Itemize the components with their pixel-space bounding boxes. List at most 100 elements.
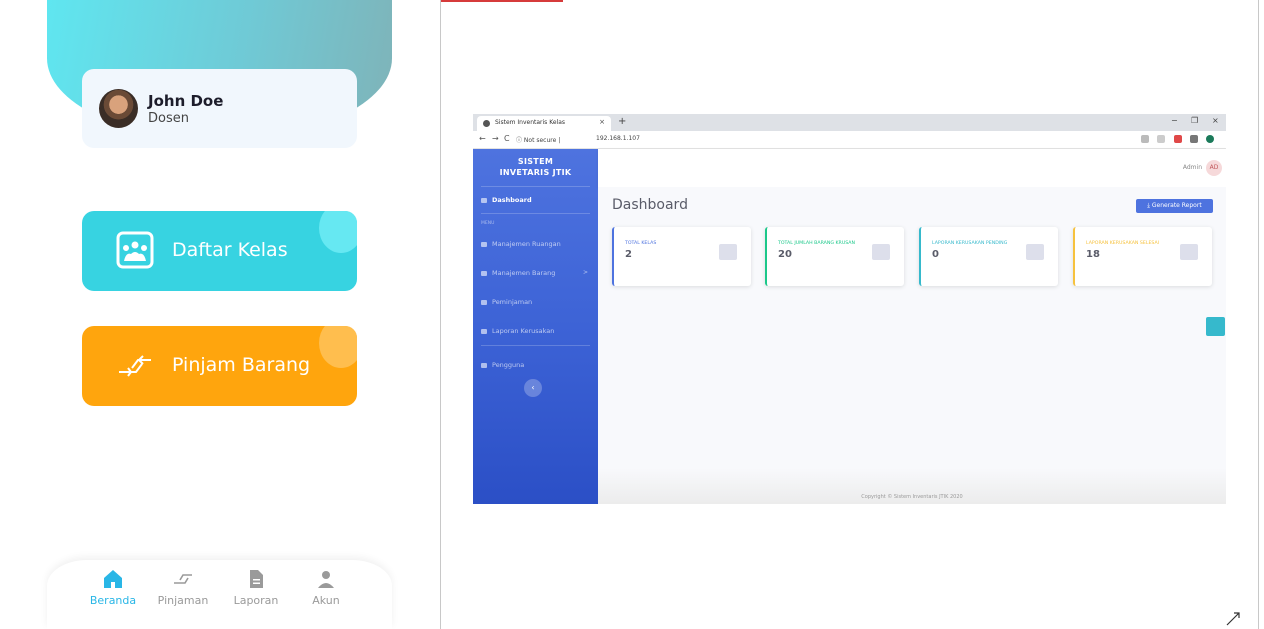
sidebar-item-manajemen-ruangan[interactable]: Manajemen Ruangan xyxy=(481,240,561,248)
pinjam-barang-label: Pinjam Barang xyxy=(172,354,311,376)
nav-item-pinjaman[interactable]: Pinjaman xyxy=(153,568,213,607)
nav-label-beranda: Beranda xyxy=(89,594,137,607)
stat-card-total-barang: TOTAL JUMLAH BARANG KRUSAN 20 xyxy=(765,227,904,286)
boxes-icon xyxy=(872,244,890,260)
tab-title: Sistem Inventaris Kelas xyxy=(495,119,566,126)
browser-tab[interactable]: Sistem Inventaris Kelas × xyxy=(477,116,611,131)
clipboard-icon xyxy=(1026,244,1044,260)
extension-icon[interactable] xyxy=(1174,135,1182,143)
forward-icon[interactable]: → xyxy=(492,134,499,143)
puzzle-icon[interactable] xyxy=(1190,135,1198,143)
profile-card[interactable]: John Doe Dosen xyxy=(82,69,357,148)
decorative-bubble xyxy=(319,326,357,368)
profile-name: John Doe xyxy=(148,92,224,110)
admin-avatar[interactable]: AD xyxy=(1206,160,1222,176)
door-icon xyxy=(719,244,737,260)
address-bar: ← → C ⓘ Not secure | 192.168.1.107 xyxy=(473,131,1226,149)
sidebar-item-dashboard[interactable]: Dashboard xyxy=(481,196,532,204)
nav-label-pinjaman: Pinjaman xyxy=(157,594,209,607)
dashboard-icon xyxy=(481,197,487,203)
browser-tab-bar: Sistem Inventaris Kelas × + − ❐ × xyxy=(473,114,1226,131)
nav-item-laporan[interactable]: Laporan xyxy=(226,568,286,607)
security-label: Not secure xyxy=(523,137,557,144)
stat-label: TOTAL KELAS xyxy=(625,241,657,246)
mobile-app-mockup: John Doe Dosen Daftar Kelas Pinjam Baran… xyxy=(0,0,440,629)
floating-action-icon[interactable] xyxy=(1206,317,1225,336)
back-icon[interactable]: ← xyxy=(479,134,486,143)
app-topbar: Admin AD xyxy=(598,149,1226,187)
home-icon xyxy=(104,570,122,588)
footer-copyright: Copyright © Sistem Inventaris JTIK 2020 xyxy=(861,494,963,500)
page-title: Dashboard xyxy=(612,197,688,213)
stat-value: 20 xyxy=(778,249,792,260)
nav-item-beranda[interactable]: Beranda xyxy=(83,568,143,607)
nav-item-akun[interactable]: Akun xyxy=(296,568,356,607)
app-footer: Copyright © Sistem Inventaris JTIK 2020 xyxy=(598,468,1226,504)
sidebar-label: Pengguna xyxy=(492,361,525,369)
sidebar-item-laporan-kerusakan[interactable]: Laporan Kerusakan xyxy=(481,327,554,335)
brand-line-2: INVETARIS JTIK xyxy=(499,168,572,177)
sidebar-item-manajemen-barang[interactable]: Manajemen Barang xyxy=(481,269,555,277)
sidebar-label: Manajemen Ruangan xyxy=(492,240,561,248)
door-icon xyxy=(481,241,487,247)
stat-card-laporan-selesai: LAPORAN KERUSAKAN SELESAI 18 xyxy=(1073,227,1212,286)
globe-icon xyxy=(483,120,490,127)
chevron-right-icon: > xyxy=(583,269,589,276)
maximize-icon[interactable]: ❐ xyxy=(1191,116,1198,125)
brand-title[interactable]: SISTEM INVETARIS JTIK xyxy=(473,156,598,178)
highlight-marker xyxy=(441,0,563,2)
users-icon xyxy=(481,362,487,368)
stat-label: LAPORAN KERUSAKAN SELESAI xyxy=(1086,241,1160,246)
avatar xyxy=(99,89,138,128)
sidebar-toggle-button[interactable]: ‹ xyxy=(524,379,542,397)
sidebar-divider xyxy=(481,345,590,346)
sidebar-divider xyxy=(481,186,590,187)
admin-name[interactable]: Admin xyxy=(1183,164,1202,171)
profile-role: Dosen xyxy=(148,111,189,126)
sidebar-divider xyxy=(481,213,590,214)
sidebar-label: Laporan Kerusakan xyxy=(492,327,555,335)
user-icon xyxy=(318,571,334,588)
generate-report-button[interactable]: ⤓ Generate Report xyxy=(1136,199,1213,213)
stat-value: 0 xyxy=(932,249,939,260)
sidebar-heading: MENU xyxy=(481,221,495,226)
nav-label-akun: Akun xyxy=(312,594,340,607)
tab-close-icon[interactable]: × xyxy=(599,118,605,126)
swap-arrows-icon xyxy=(119,355,151,377)
stat-label: LAPORAN KERUSAKAN PENDING xyxy=(932,241,1008,246)
star-icon[interactable] xyxy=(1157,135,1165,143)
app-sidebar: SISTEM INVETARIS JTIK Dashboard MENU Man… xyxy=(473,149,598,504)
stat-card-total-kelas: TOTAL KELAS 2 xyxy=(612,227,751,286)
pinjam-barang-button[interactable]: Pinjam Barang xyxy=(82,326,357,406)
daftar-kelas-label: Daftar Kelas xyxy=(172,239,288,261)
box-icon xyxy=(481,270,487,276)
classroom-icon xyxy=(116,231,154,269)
new-tab-button[interactable]: + xyxy=(618,116,626,127)
stat-value: 2 xyxy=(625,249,632,260)
bottom-navigation: Beranda Pinjaman Laporan Akun xyxy=(47,560,392,629)
security-indicator[interactable]: ⓘ Not secure | xyxy=(516,135,560,144)
swap-arrows-icon xyxy=(174,574,192,584)
sidebar-item-peminjaman[interactable]: Peminjaman xyxy=(481,298,532,306)
stat-label: TOTAL JUMLAH BARANG KRUSAN xyxy=(778,241,856,246)
daftar-kelas-button[interactable]: Daftar Kelas xyxy=(82,211,357,291)
stat-value: 18 xyxy=(1086,249,1100,260)
document-icon xyxy=(250,570,263,588)
reload-icon[interactable]: C xyxy=(504,134,510,143)
key-icon[interactable] xyxy=(1141,135,1149,143)
sidebar-item-pengguna[interactable]: Pengguna xyxy=(481,361,524,369)
expand-icon[interactable] xyxy=(1226,612,1240,626)
panel-divider xyxy=(440,0,441,629)
panel-divider xyxy=(1258,0,1259,629)
comments-icon xyxy=(1180,244,1198,260)
sidebar-label: Dashboard xyxy=(492,196,532,204)
close-window-icon[interactable]: × xyxy=(1212,116,1219,125)
stat-card-laporan-pending: LAPORAN KERUSAKAN PENDING 0 xyxy=(919,227,1058,286)
url-field[interactable]: 192.168.1.107 xyxy=(596,135,640,142)
sidebar-label: Manajemen Barang xyxy=(492,269,556,277)
brand-line-1: SISTEM xyxy=(517,157,554,166)
handshake-icon xyxy=(481,299,487,305)
minimize-icon[interactable]: − xyxy=(1171,116,1178,125)
profile-icon[interactable] xyxy=(1206,135,1214,143)
decorative-bubble xyxy=(319,211,357,253)
